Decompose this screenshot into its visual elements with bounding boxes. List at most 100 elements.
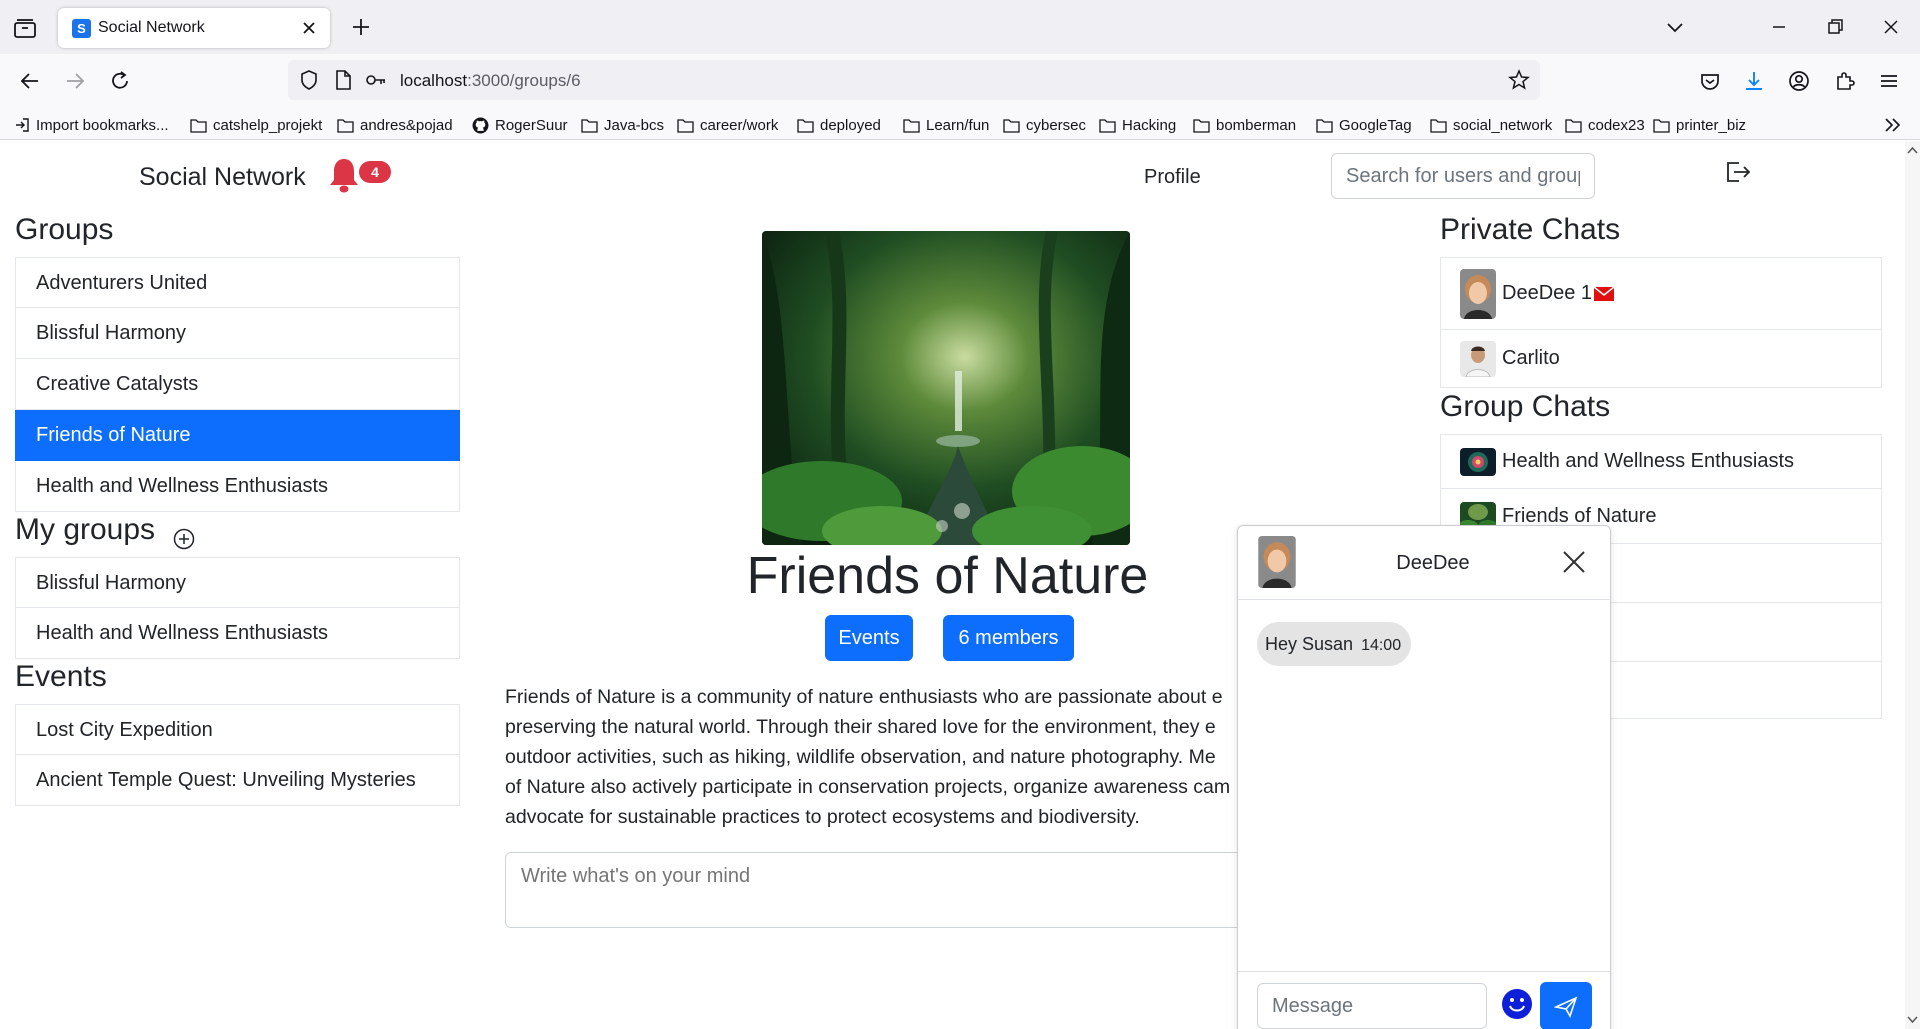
description-line: Friends of Nature is a community of natu…	[505, 686, 1223, 708]
bookmark-rogersuur[interactable]: RogerSuur	[472, 114, 568, 136]
bookmark-googletag[interactable]: GoogleTag	[1316, 114, 1412, 136]
chat-item-carlito[interactable]: Carlito	[1440, 330, 1882, 388]
page-icon[interactable]	[332, 69, 354, 91]
search-input[interactable]	[1331, 153, 1595, 199]
forward-icon[interactable]	[62, 68, 88, 94]
avatar	[1460, 340, 1496, 377]
bookmark-hacking[interactable]: Hacking	[1099, 114, 1176, 136]
chevron-down-icon[interactable]	[1662, 14, 1688, 40]
members-button[interactable]: 6 members	[943, 615, 1074, 661]
close-chat-icon[interactable]	[1560, 548, 1588, 576]
folder-icon	[581, 118, 598, 133]
back-icon[interactable]	[17, 68, 43, 94]
chat-item-deedee[interactable]: DeeDee 1	[1440, 257, 1882, 330]
avatar	[1460, 268, 1496, 319]
description-line: outdoor activities, such as hiking, wild…	[505, 746, 1216, 768]
sidebar-my-group-blissful-harmony[interactable]: Blissful Harmony	[15, 557, 460, 608]
bookmark-bomberman[interactable]: bomberman	[1193, 114, 1296, 136]
shield-icon[interactable]	[298, 69, 320, 91]
bookmark-learn-fun[interactable]: Learn/fun	[903, 114, 989, 136]
sidebar-group-health-and-wellness-enthusiasts[interactable]: Health and Wellness Enthusiasts	[15, 461, 460, 512]
url-text[interactable]: localhost:3000/groups/6	[400, 71, 581, 91]
scroll-up-icon[interactable]	[1907, 145, 1918, 155]
close-window-icon[interactable]	[1878, 14, 1904, 40]
folder-icon	[1193, 118, 1210, 133]
minimize-icon[interactable]	[1766, 14, 1792, 40]
sidebar-my-group-health-and-wellness-enthusiasts[interactable]: Health and Wellness Enthusiasts	[15, 608, 460, 659]
close-tab-icon[interactable]	[298, 17, 320, 39]
notification-badge: 4	[359, 161, 391, 183]
private-chats-heading: Private Chats	[1440, 213, 1621, 246]
sidebar-event-ancient-temple-quest-unveiling-mysteries[interactable]: Ancient Temple Quest: Unveiling Mysterie…	[15, 755, 460, 806]
pocket-icon[interactable]	[1697, 68, 1723, 94]
chat-partner-name: DeeDee	[1396, 552, 1470, 574]
message-input[interactable]	[1257, 983, 1487, 1029]
page-scrollbar[interactable]	[1905, 141, 1920, 1029]
group-chat-health-and-wellness-enthusiasts[interactable]: Health and Wellness Enthusiasts	[1440, 434, 1882, 489]
restore-icon[interactable]	[1822, 14, 1848, 40]
more-bookmarks-icon[interactable]	[1882, 115, 1904, 135]
menu-icon[interactable]	[1876, 68, 1902, 94]
profile-link[interactable]: Profile	[1144, 166, 1201, 189]
bookmark-career-work[interactable]: career/work	[677, 114, 778, 136]
bookmark-andres-pojad[interactable]: andres&pojad	[337, 114, 453, 136]
extensions-icon[interactable]	[1832, 68, 1858, 94]
emoji-icon[interactable]	[1501, 988, 1533, 1020]
send-button[interactable]	[1540, 982, 1592, 1029]
favicon-icon: S	[72, 19, 91, 38]
sidebar-group-blissful-harmony[interactable]: Blissful Harmony	[15, 308, 460, 359]
bookmark-label: printer_biz	[1676, 116, 1747, 134]
send-icon	[1554, 996, 1578, 1018]
bookmark-label: Import bookmarks...	[36, 116, 169, 134]
bookmark-cybersec[interactable]: cybersec	[1003, 114, 1086, 136]
bookmark-import-bookmarks[interactable]: Import bookmarks...	[14, 114, 169, 136]
sidebar-group-adventurers-united[interactable]: Adventurers United	[15, 257, 460, 308]
chat-name: Carlito	[1502, 347, 1560, 369]
bookmark-deployed[interactable]: deployed	[797, 114, 881, 136]
reload-icon[interactable]	[107, 68, 133, 94]
scroll-down-icon[interactable]	[1907, 1015, 1918, 1025]
bookmark-catshelp-projekt[interactable]: catshelp_projekt	[190, 114, 322, 136]
import-icon	[16, 118, 29, 132]
browser-tab[interactable]: S Social Network	[58, 8, 330, 48]
message-text: Hey Susan	[1265, 634, 1354, 654]
sidebar-group-friends-of-nature[interactable]: Friends of Nature	[15, 410, 460, 461]
folder-icon	[1430, 118, 1447, 133]
download-icon[interactable]	[1741, 68, 1767, 94]
github-icon	[472, 117, 489, 133]
url-bar[interactable]: localhost:3000/groups/6	[288, 60, 1540, 100]
folder-icon	[1316, 118, 1333, 133]
brand-title[interactable]: Social Network	[139, 163, 306, 192]
bookmark-label: bomberman	[1216, 116, 1297, 134]
group-description: Friends of Nature is a community of natu…	[505, 682, 1245, 832]
message-time: 14:00	[1361, 637, 1402, 654]
bookmark-label: catshelp_projekt	[213, 116, 323, 134]
star-icon[interactable]	[1508, 69, 1530, 91]
sidebar-event-lost-city-expedition[interactable]: Lost City Expedition	[15, 704, 460, 755]
new-tab-icon[interactable]	[350, 16, 372, 38]
key-icon[interactable]	[364, 69, 388, 91]
description-line: advocate for sustainable practices to pr…	[505, 806, 1140, 828]
sidebar-group-creative-catalysts[interactable]: Creative Catalysts	[15, 359, 460, 410]
post-input[interactable]	[505, 852, 1245, 928]
bookmark-label: RogerSuur	[495, 116, 568, 134]
bookmark-codex23[interactable]: codex23	[1565, 114, 1645, 136]
account-icon[interactable]	[1786, 68, 1812, 94]
bookmark-printer-biz[interactable]: printer_biz	[1653, 114, 1746, 136]
group-image	[762, 231, 1130, 545]
events-list: Lost City Expedition Ancient Temple Quest…	[15, 704, 460, 806]
bookmark-social-network[interactable]: social_network	[1430, 114, 1552, 136]
private-chats-list: DeeDee 1 Carlito	[1440, 257, 1882, 388]
groups-heading: Groups	[15, 213, 114, 246]
folder-icon	[903, 118, 920, 133]
tab-list-icon[interactable]	[12, 17, 38, 39]
add-group-icon[interactable]	[172, 527, 196, 551]
bell-icon[interactable]	[325, 156, 363, 194]
logout-icon[interactable]	[1722, 157, 1752, 187]
bookmark-java-bcs[interactable]: Java-bcs	[581, 114, 664, 136]
groups-list: Adventurers United Blissful Harmony Creati…	[15, 257, 460, 512]
events-button[interactable]: Events	[825, 615, 913, 661]
my-groups-list: Blissful Harmony Health and Wellness Enth…	[15, 557, 460, 659]
browser-nav-bar: localhost:3000/groups/6	[0, 54, 1920, 108]
bookmark-label: social_network	[1453, 116, 1553, 134]
